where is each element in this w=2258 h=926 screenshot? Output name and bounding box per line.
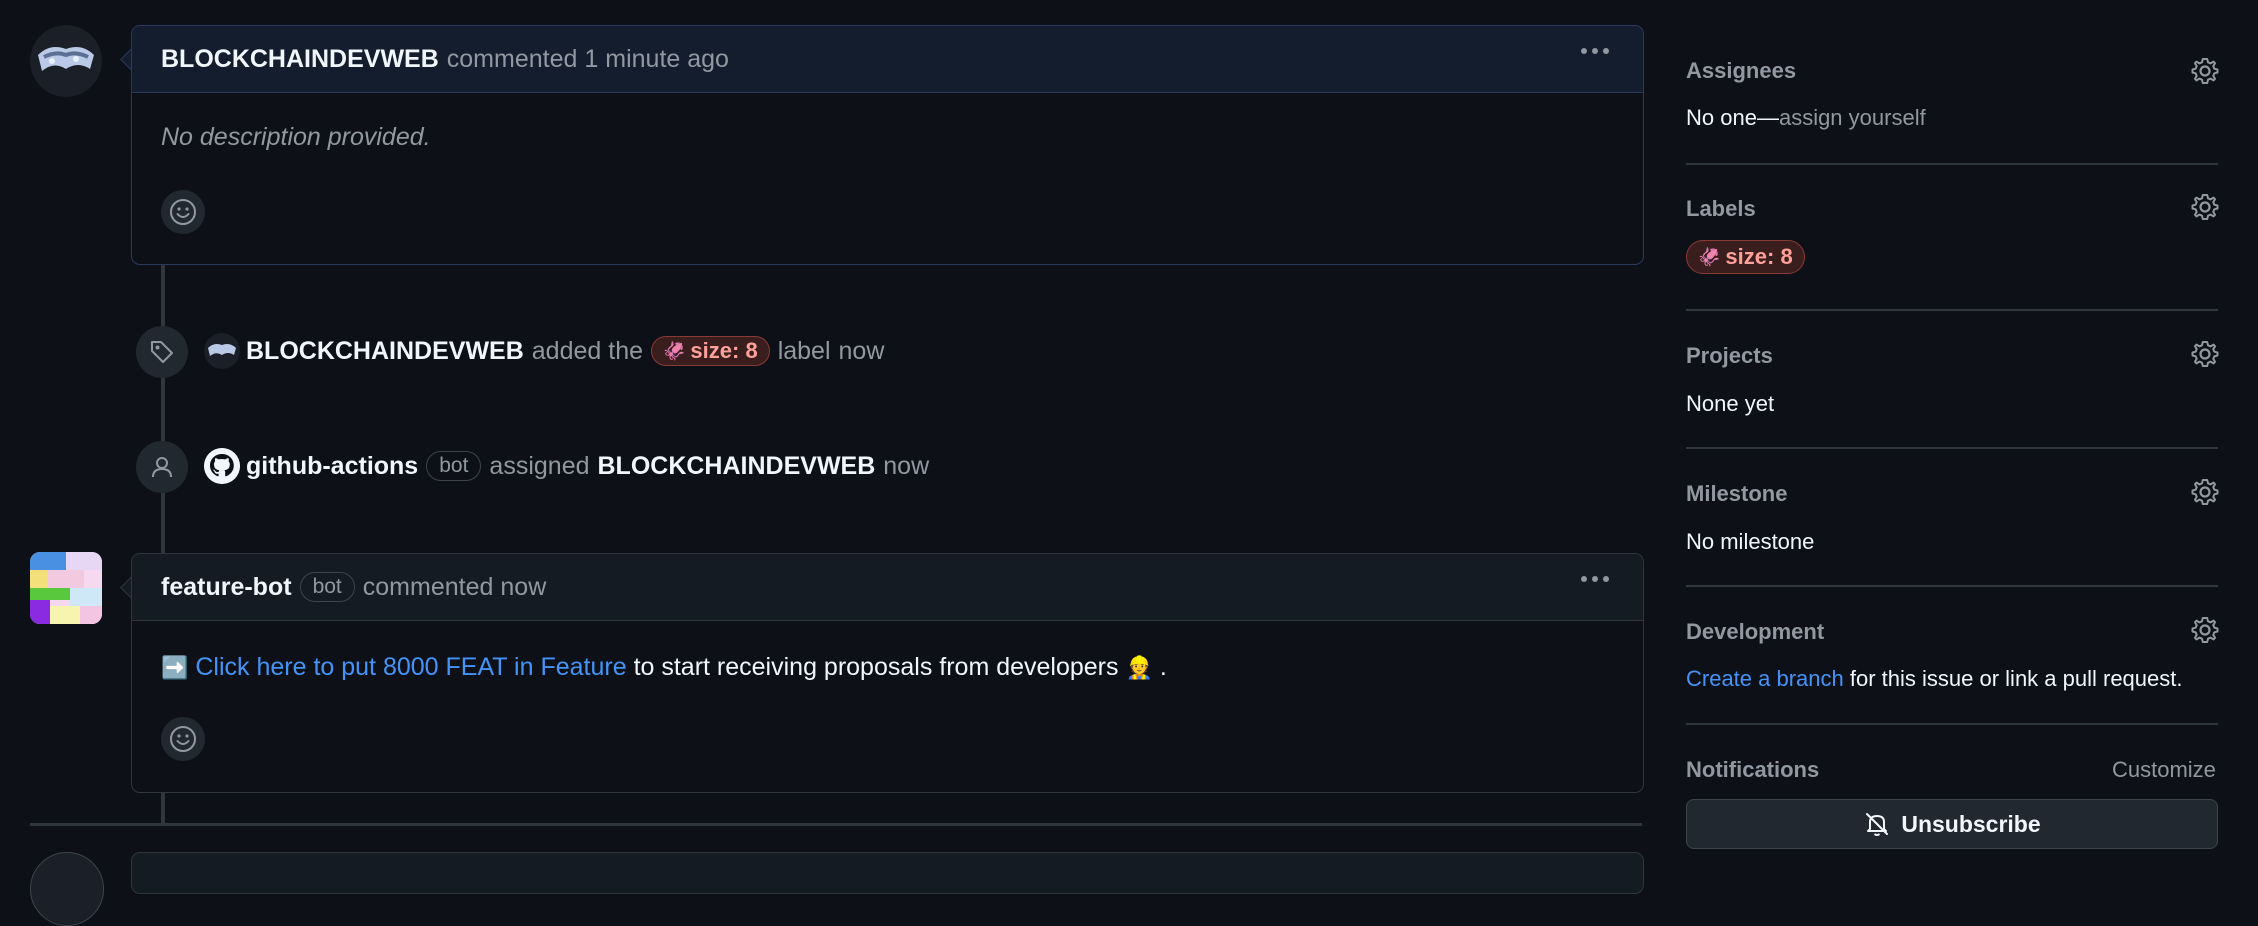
tag-icon [136, 326, 188, 378]
notifications-title: Notifications [1686, 757, 1820, 782]
avatar[interactable] [30, 552, 102, 624]
development-value: Create a branch for this issue or link a… [1686, 666, 2183, 692]
divider [1686, 723, 2218, 725]
timeline-line [161, 262, 165, 554]
divider [1686, 585, 2218, 587]
add-reaction-button[interactable] [161, 190, 205, 234]
bot-badge: bot [426, 451, 482, 481]
timeline-divider [30, 823, 1642, 826]
fund-link[interactable]: Click here to put 8000 FEAT in Feature [195, 653, 626, 681]
gear-icon[interactable] [2190, 192, 2220, 222]
assignees-title[interactable]: Assignees [1686, 58, 1796, 84]
comment-time[interactable]: 1 minute ago [584, 45, 729, 74]
comment-time[interactable]: now [500, 573, 546, 602]
comment-box: BLOCKCHAINDEVWEB commented 1 minute ago … [131, 25, 1644, 265]
unsubscribe-button[interactable]: Unsubscribe [1686, 799, 2218, 849]
gear-icon[interactable] [2190, 339, 2220, 369]
event-text: added the [531, 336, 643, 365]
comment-action: commented [362, 572, 494, 601]
timeline-event-label: BLOCKCHAINDEVWEB added the 🦑 size: 8 lab… [204, 332, 884, 370]
event-time[interactable]: now [883, 452, 929, 481]
projects-title[interactable]: Projects [1686, 343, 1773, 369]
milestone-value: No milestone [1686, 529, 1815, 554]
event-actor[interactable]: github-actions [246, 452, 418, 481]
assignees-value: No one—assign yourself [1686, 105, 1926, 131]
divider [1686, 309, 2218, 311]
smiley-icon [170, 199, 196, 225]
divider [1686, 447, 2218, 449]
timeline-line [161, 790, 165, 824]
milestone-title[interactable]: Milestone [1686, 481, 1787, 507]
label-text: size: 8 [1725, 244, 1793, 269]
avatar[interactable] [30, 852, 104, 926]
comment-body: ➡️ Click here to put 8000 FEAT in Featur… [132, 621, 1643, 682]
squid-icon: 🦑 [1698, 246, 1721, 267]
body-text: to start receiving proposals from develo… [633, 653, 1119, 681]
development-title[interactable]: Development [1686, 619, 1824, 645]
event-actor[interactable]: BLOCKCHAINDEVWEB [246, 337, 524, 366]
squid-icon: 🦑 [663, 340, 686, 361]
more-options-icon[interactable] [1581, 576, 1609, 582]
labels-title[interactable]: Labels [1686, 196, 1756, 222]
gear-icon[interactable] [2190, 615, 2220, 645]
comment-author[interactable]: feature-bot [161, 573, 292, 602]
event-text: label [777, 336, 831, 365]
customize-link[interactable]: Customize [2112, 757, 2216, 783]
construction-worker-icon: 👷 [1125, 655, 1153, 680]
arrow-right-icon: ➡️ [161, 655, 189, 680]
projects-value: None yet [1686, 391, 1775, 416]
timeline-event-assign: github-actions bot assigned BLOCKCHAINDE… [204, 447, 929, 485]
event-text: assigned [489, 451, 590, 480]
comment-header: feature-bot bot commented now [132, 554, 1643, 621]
label-text: size: 8 [690, 338, 758, 363]
label-badge[interactable]: 🦑 size: 8 [1686, 240, 1805, 274]
comment-header: BLOCKCHAINDEVWEB commented 1 minute ago [132, 26, 1643, 93]
assign-yourself-link[interactable]: assign yourself [1779, 105, 1926, 130]
unsubscribe-label: Unsubscribe [1901, 810, 2041, 837]
github-icon[interactable] [204, 448, 240, 484]
divider [1686, 163, 2218, 165]
label-badge[interactable]: 🦑 size: 8 [651, 336, 770, 366]
person-icon [136, 441, 188, 493]
create-branch-link[interactable]: Create a branch [1686, 666, 1844, 691]
add-reaction-button[interactable] [161, 717, 205, 761]
avatar[interactable] [204, 333, 240, 369]
event-time[interactable]: now [839, 337, 885, 366]
comment-author[interactable]: BLOCKCHAINDEVWEB [161, 45, 439, 74]
comment-action: commented [446, 44, 578, 73]
bot-badge: bot [299, 572, 355, 602]
assignees-none: No one— [1686, 105, 1779, 130]
body-text: . [1159, 653, 1167, 681]
comment-box [131, 852, 1644, 894]
bell-slash-icon [1866, 813, 1889, 836]
development-text: for this issue or link a pull request. [1849, 666, 2183, 691]
more-options-icon[interactable] [1581, 48, 1609, 54]
smiley-icon [170, 726, 196, 752]
comment-box: feature-bot bot commented now ➡️ Click h… [131, 553, 1644, 793]
avatar[interactable] [30, 25, 102, 97]
comment-body: No description provided. [161, 123, 431, 151]
gear-icon[interactable] [2190, 477, 2220, 507]
gear-icon[interactable] [2190, 56, 2220, 86]
event-target[interactable]: BLOCKCHAINDEVWEB [598, 452, 876, 481]
